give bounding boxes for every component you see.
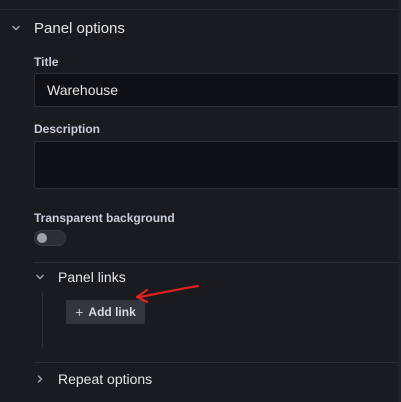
chevron-down-icon (34, 271, 46, 283)
panel-options-title: Panel options (34, 19, 125, 37)
title-field-label: Title (34, 55, 59, 69)
toggle-knob (37, 233, 47, 243)
description-field-label: Description (34, 122, 101, 136)
panel-links-divider (34, 262, 401, 263)
panel-links-header[interactable]: Panel links (34, 268, 126, 286)
title-input[interactable] (34, 73, 401, 107)
repeat-options-divider (34, 362, 401, 363)
transparent-background-label: Transparent background (34, 211, 175, 225)
panel-links-title: Panel links (58, 269, 126, 285)
add-link-label: Add link (88, 305, 136, 319)
chevron-right-icon (34, 373, 46, 385)
repeat-options-header[interactable]: Repeat options (34, 370, 152, 388)
transparent-background-toggle[interactable] (34, 230, 66, 246)
annotation-arrow-icon (135, 284, 200, 304)
repeat-options-title: Repeat options (58, 371, 153, 387)
chevron-down-icon (10, 22, 22, 34)
top-divider (0, 9, 401, 10)
panel-links-indent-line (42, 293, 43, 347)
description-textarea[interactable] (34, 141, 401, 189)
plus-icon: + (75, 304, 84, 320)
panel-options-header[interactable]: Panel options (10, 18, 125, 38)
